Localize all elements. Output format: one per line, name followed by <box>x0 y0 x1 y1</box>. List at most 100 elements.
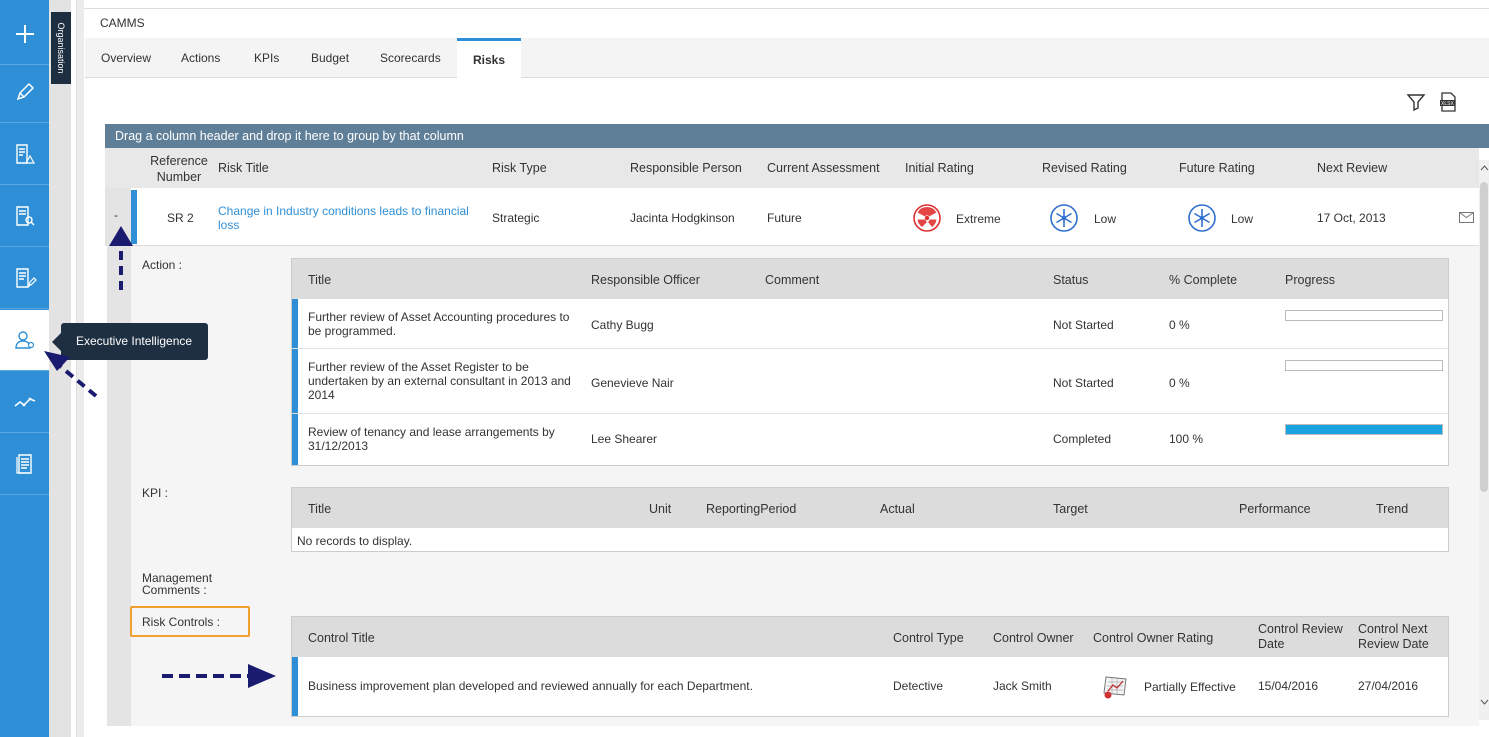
tab-risks[interactable]: Risks <box>457 38 522 79</box>
low-rating-icon <box>1050 204 1078 232</box>
collapse-toggle[interactable]: - <box>114 208 118 222</box>
progress-fill <box>1286 425 1442 434</box>
col-next-review[interactable]: Next Review <box>1317 161 1387 175</box>
control-row[interactable]: Business improvement plan developed and … <box>292 657 1448 716</box>
tab-actions[interactable]: Actions <box>181 38 220 78</box>
tab-bar: Overview Actions KPIs Budget Scorecards … <box>85 38 1489 79</box>
pencil-icon <box>16 82 34 101</box>
action-officer: Cathy Bugg <box>591 318 654 332</box>
scrollbar-thumb[interactable] <box>1480 182 1488 492</box>
col-target[interactable]: Target <box>1053 502 1088 516</box>
action-title: Further review of the Asset Register to … <box>308 360 571 402</box>
export-xlsx-icon[interactable]: XLSX <box>1438 92 1458 112</box>
action-progress-bar <box>1285 310 1443 321</box>
col-responsible-officer[interactable]: Responsible Officer <box>591 273 700 287</box>
col-kpi-title[interactable]: Title <box>308 502 331 516</box>
initial-rating-text: Extreme <box>956 212 1001 226</box>
control-owner-rating: Partially Effective <box>1144 680 1236 694</box>
col-reference-number[interactable]: Reference Number <box>149 153 209 185</box>
action-officer: Lee Shearer <box>591 432 658 446</box>
rail-add-button[interactable] <box>0 4 49 65</box>
row-indicator <box>292 349 298 413</box>
revised-rating-text: Low <box>1094 212 1117 226</box>
control-title: Business improvement plan developed and … <box>308 679 753 693</box>
organisation-tab-label: Organisation <box>56 22 66 74</box>
row-indicator <box>292 414 298 465</box>
action-status: Completed <box>1053 432 1112 446</box>
scroll-down-icon[interactable] <box>1480 698 1489 706</box>
col-control-title[interactable]: Control Title <box>308 631 375 645</box>
col-reporting-period[interactable]: ReportingPeriod <box>706 502 796 516</box>
scroll-up-icon[interactable] <box>1480 164 1489 172</box>
col-risk-type[interactable]: Risk Type <box>492 161 547 175</box>
next-review-date: 17 Oct, 2013 <box>1317 211 1386 225</box>
action-status: Not Started <box>1053 318 1114 332</box>
document-warning-icon <box>15 144 35 164</box>
action-progress-bar <box>1285 360 1443 371</box>
control-next-review-date: 27/04/2016 <box>1358 679 1419 693</box>
tab-overview[interactable]: Overview <box>101 38 151 78</box>
control-review-date: 15/04/2016 <box>1258 679 1319 693</box>
col-control-owner-rating[interactable]: Control Owner Rating <box>1093 631 1213 645</box>
grid-header: Reference Number Risk Title Risk Type Re… <box>105 148 1479 188</box>
future-rating-text: Low <box>1231 212 1254 226</box>
email-icon[interactable] <box>1459 212 1474 223</box>
col-current-assessment[interactable]: Current Assessment <box>767 161 880 175</box>
risk-row[interactable]: - SR 2 Change in Industry conditions lea… <box>105 188 1479 246</box>
action-section-label: Action : <box>142 258 183 272</box>
action-row[interactable]: Review of tenancy and lease arrangements… <box>292 414 1448 465</box>
col-control-review-date[interactable]: Control Review Date <box>1258 622 1348 652</box>
col-trend[interactable]: Trend <box>1376 502 1408 516</box>
risk-controls-label: Risk Controls : <box>142 615 221 629</box>
action-row[interactable]: Further review of Asset Accounting proce… <box>292 299 1448 349</box>
action-progress-bar <box>1285 424 1443 435</box>
filter-icon[interactable] <box>1406 92 1426 112</box>
risk-reference: SR 2 <box>167 211 194 225</box>
rail-edit-button[interactable] <box>0 62 49 123</box>
col-action-title[interactable]: Title <box>308 273 331 287</box>
col-future-rating[interactable]: Future Rating <box>1179 161 1255 175</box>
risk-title-link[interactable]: Change in Industry conditions leads to f… <box>218 204 483 232</box>
controls-table-header: Control Title Control Type Control Owner… <box>292 617 1448 657</box>
tab-kpis[interactable]: KPIs <box>254 38 279 78</box>
action-row[interactable]: Further review of the Asset Register to … <box>292 349 1448 414</box>
col-initial-rating[interactable]: Initial Rating <box>905 161 974 175</box>
col-actual[interactable]: Actual <box>880 502 915 516</box>
rail-risk-register-button[interactable] <box>0 124 49 185</box>
col-progress[interactable]: Progress <box>1285 273 1335 287</box>
rail-document-edit-button[interactable] <box>0 248 49 309</box>
col-risk-title[interactable]: Risk Title <box>218 161 269 175</box>
management-comments-label: Management Comments : <box>142 571 213 597</box>
top-divider <box>84 8 1489 9</box>
action-table-header: Title Responsible Officer Comment Status… <box>292 259 1448 299</box>
tab-budget[interactable]: Budget <box>311 38 349 78</box>
kpi-section-label: KPI : <box>142 486 169 500</box>
col-performance[interactable]: Performance <box>1239 502 1311 516</box>
rail-search-button[interactable] <box>0 186 49 247</box>
action-officer: Genevieve Nair <box>591 376 674 390</box>
col-status[interactable]: Status <box>1053 273 1088 287</box>
col-revised-rating[interactable]: Revised Rating <box>1042 161 1127 175</box>
control-owner: Jack Smith <box>993 679 1052 693</box>
action-complete: 0 % <box>1169 376 1190 390</box>
col-control-type[interactable]: Control Type <box>893 631 964 645</box>
col-unit[interactable]: Unit <box>649 502 671 516</box>
col-responsible-person[interactable]: Responsible Person <box>630 161 742 175</box>
svg-text:XLSX: XLSX <box>1441 101 1454 107</box>
low-rating-icon <box>1188 204 1216 232</box>
group-by-bar[interactable]: Drag a column header and drop it here to… <box>105 124 1489 148</box>
action-status: Not Started <box>1053 376 1114 390</box>
trend-icon <box>14 397 35 407</box>
col-percent-complete[interactable]: % Complete <box>1169 273 1237 287</box>
rail-report-button[interactable] <box>0 434 49 495</box>
action-title: Review of tenancy and lease arrangements… <box>308 425 555 453</box>
document-edit-icon <box>15 268 37 288</box>
risk-type: Strategic <box>492 211 540 225</box>
control-type: Detective <box>893 679 944 693</box>
organisation-tab[interactable]: Organisation <box>51 12 71 84</box>
action-table: Title Responsible Officer Comment Status… <box>291 258 1449 466</box>
tab-scorecards[interactable]: Scorecards <box>380 38 441 78</box>
col-control-next-review-date[interactable]: Control Next Review Date <box>1358 622 1448 652</box>
col-comment[interactable]: Comment <box>765 273 819 287</box>
col-control-owner[interactable]: Control Owner <box>993 631 1074 645</box>
